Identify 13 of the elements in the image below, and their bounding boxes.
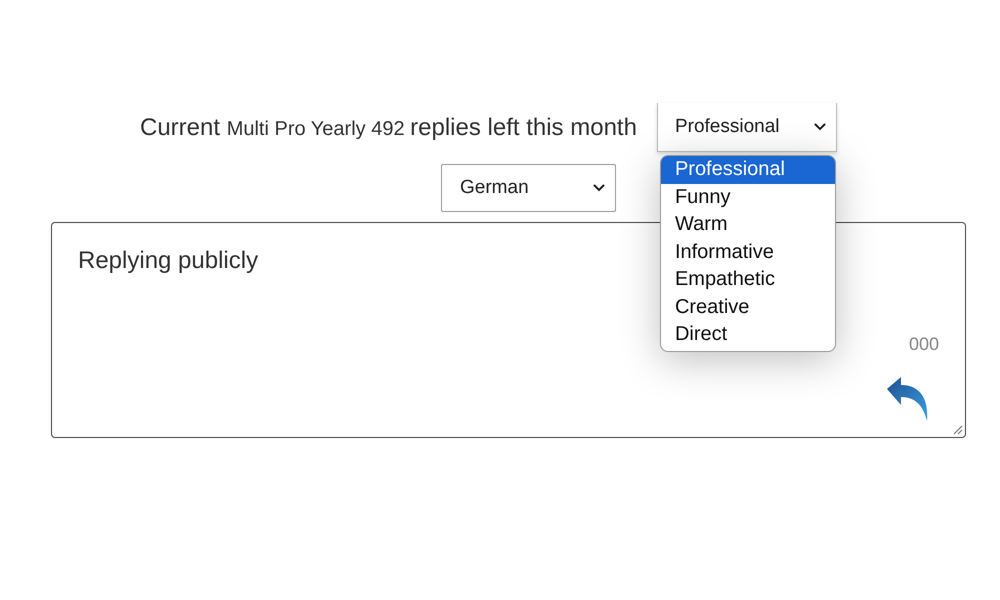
dropdown-option[interactable]: Informative	[660, 238, 835, 266]
chevron-down-icon	[593, 184, 605, 192]
dropdown-option[interactable]: Direct	[660, 321, 835, 348]
language-select[interactable]: German	[441, 164, 616, 212]
dropdown-option[interactable]: Professional	[660, 156, 835, 184]
character-counter: 000	[908, 333, 939, 356]
dropdown-option[interactable]: Funny	[660, 184, 835, 211]
tone-select[interactable]: Professional	[656, 103, 837, 152]
quota-text: Current Multi Pro Yearly 492 replies left this month	[140, 112, 637, 142]
chevron-down-icon	[814, 123, 826, 131]
dropdown-option[interactable]: Creative	[660, 294, 835, 321]
resize-grip-icon	[951, 423, 963, 435]
dropdown-option[interactable]: Empathetic	[660, 266, 835, 294]
